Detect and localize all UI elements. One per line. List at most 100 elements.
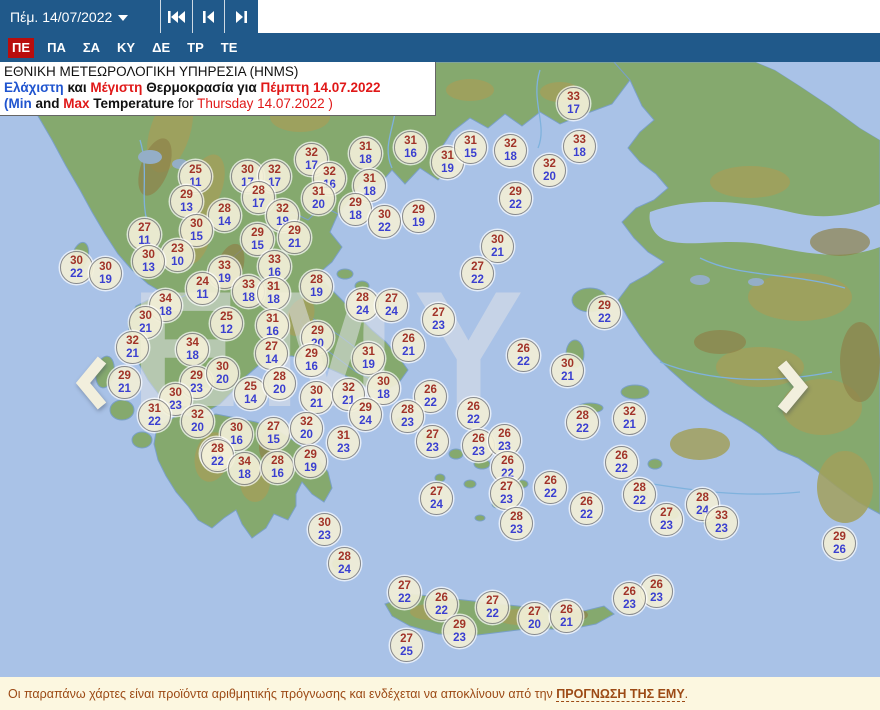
max-temp: 27 bbox=[430, 486, 443, 498]
min-temp: 19 bbox=[412, 216, 425, 229]
max-temp: 27 bbox=[426, 429, 439, 441]
temp-marker: 28 16 bbox=[261, 451, 294, 484]
min-temp: 23 bbox=[426, 441, 439, 454]
temp-marker: 26 22 bbox=[605, 446, 638, 479]
min-temp: 18 bbox=[573, 146, 586, 159]
min-temp: 23 bbox=[472, 445, 485, 458]
max-temp: 31 bbox=[337, 430, 350, 442]
max-temp: 33 bbox=[573, 134, 586, 146]
previous-day-button[interactable] bbox=[192, 0, 224, 33]
min-temp: 22 bbox=[486, 607, 499, 620]
max-temp: 29 bbox=[304, 449, 317, 461]
max-temp: 34 bbox=[159, 293, 172, 305]
tab-day-pa[interactable]: ΠΑ bbox=[43, 38, 70, 58]
previous-map-arrow[interactable] bbox=[74, 354, 110, 412]
disclaimer-text: Οι παραπάνω χάρτες είναι προϊόντα αριθμη… bbox=[8, 686, 557, 701]
min-temp: 22 bbox=[148, 415, 161, 428]
min-temp: 21 bbox=[560, 616, 573, 629]
temp-marker: 24 11 bbox=[186, 272, 219, 305]
min-temp: 16 bbox=[404, 147, 417, 160]
max-temp: 29 bbox=[305, 348, 318, 360]
date-label: Πέμ. 14/07/2022 bbox=[10, 8, 113, 25]
max-temp: 25 bbox=[244, 381, 257, 393]
tab-day-de[interactable]: ΔΕ bbox=[148, 38, 174, 58]
max-temp: 29 bbox=[349, 197, 362, 209]
max-temp: 32 bbox=[543, 158, 556, 170]
tab-day-pe[interactable]: ΠΕ bbox=[8, 37, 35, 58]
min-temp: 23 bbox=[660, 519, 673, 532]
day-tabs-bar: ΠΕ ΠΑ ΣΑ ΚΥ ΔΕ ΤΡ ΤΕ bbox=[0, 33, 880, 62]
max-temp: 29 bbox=[453, 619, 466, 631]
min-temp: 20 bbox=[273, 383, 286, 396]
min-temp: 22 bbox=[70, 267, 83, 280]
date-dropdown-button[interactable]: Πέμ. 14/07/2022 bbox=[0, 0, 160, 33]
map-title-box: ΕΘΝΙΚΗ ΜΕΤΕΩΡΟΛΟΓΙΚΗ ΥΠΗΡΕΣΙΑ (HNMS) Ελά… bbox=[0, 62, 436, 116]
temp-marker: 29 26 bbox=[823, 527, 856, 560]
footer-disclaimer: Οι παραπάνω χάρτες είναι προϊόντα αριθμη… bbox=[0, 677, 880, 710]
min-temp: 18 bbox=[267, 293, 280, 306]
disclaimer-period: . bbox=[684, 686, 689, 701]
temp-marker: 29 19 bbox=[294, 445, 327, 478]
max-temp: 28 bbox=[338, 551, 351, 563]
min-temp: 11 bbox=[196, 288, 209, 301]
max-temp: 26 bbox=[544, 475, 557, 487]
min-temp: 19 bbox=[441, 162, 454, 175]
max-temp: 27 bbox=[138, 222, 151, 234]
min-temp: 20 bbox=[191, 421, 204, 434]
min-temp: 21 bbox=[491, 246, 504, 259]
max-temp: 31 bbox=[464, 135, 477, 147]
max-temp: 30 bbox=[230, 422, 243, 434]
tab-day-ky[interactable]: ΚΥ bbox=[113, 38, 139, 58]
tab-day-te[interactable]: ΤΕ bbox=[217, 38, 242, 58]
min-temp: 10 bbox=[171, 255, 184, 268]
max-temp: 28 bbox=[633, 482, 646, 494]
max-temp: 30 bbox=[377, 376, 390, 388]
max-temp: 30 bbox=[142, 249, 155, 261]
temp-marker: 30 20 bbox=[206, 357, 239, 390]
max-temp: 28 bbox=[576, 410, 589, 422]
temp-marker: 29 21 bbox=[108, 366, 141, 399]
temp-marker: 25 12 bbox=[210, 307, 243, 340]
temp-marker: 29 16 bbox=[295, 344, 328, 377]
max-temp: 31 bbox=[148, 403, 161, 415]
temp-marker: 33 18 bbox=[563, 130, 596, 163]
max-temp: 30 bbox=[491, 234, 504, 246]
map-subtitle-english: (Min and Max Temperature for Thursday 14… bbox=[4, 96, 430, 112]
min-temp: 23 bbox=[190, 382, 203, 395]
min-temp: 24 bbox=[430, 498, 443, 511]
next-map-arrow[interactable] bbox=[774, 358, 810, 416]
temp-marker: 28 23 bbox=[391, 400, 424, 433]
min-temp: 22 bbox=[509, 198, 522, 211]
min-temp: 22 bbox=[467, 413, 480, 426]
max-temp: 26 bbox=[472, 433, 485, 445]
min-temp: 21 bbox=[126, 347, 139, 360]
min-temp: 13 bbox=[180, 201, 193, 214]
temp-marker: 27 23 bbox=[416, 425, 449, 458]
title-part: Θερμοκρασία για bbox=[142, 80, 261, 95]
max-temp: 34 bbox=[186, 337, 199, 349]
min-temp: 21 bbox=[561, 370, 574, 383]
temp-marker: 27 20 bbox=[518, 602, 551, 635]
max-temp: 30 bbox=[310, 385, 323, 397]
step-back-icon bbox=[202, 10, 214, 23]
max-temp: 27 bbox=[486, 595, 499, 607]
min-temp: 20 bbox=[312, 198, 325, 211]
min-temp: 22 bbox=[517, 355, 530, 368]
skip-to-first-button[interactable] bbox=[160, 0, 192, 33]
title-part: Thursday 14.07.2022 ) bbox=[197, 96, 333, 111]
temp-marker: 2822 bbox=[566, 406, 599, 439]
min-temp: 23 bbox=[401, 416, 414, 429]
tab-day-tr[interactable]: ΤΡ bbox=[183, 38, 208, 58]
max-temp: 28 bbox=[401, 404, 414, 416]
tab-day-sa[interactable]: ΣΑ bbox=[79, 38, 104, 58]
max-temp: 25 bbox=[220, 311, 233, 323]
emy-forecast-link[interactable]: ΠΡΟΓΝΩΣΗ ΤΗΣ ΕΜΥ bbox=[556, 686, 685, 702]
max-temp: 26 bbox=[402, 333, 415, 345]
hnms-forecast-page: Πέμ. 14/07/2022 ΠΕ ΠΑ ΣΑ ΚΥ ΔΕ ΤΡ ΤΕ ΕΜΥ… bbox=[0, 0, 880, 710]
temp-marker: 30 22 bbox=[368, 205, 401, 238]
min-temp: 18 bbox=[377, 388, 390, 401]
next-day-button[interactable] bbox=[224, 0, 256, 33]
title-part: Temperature bbox=[89, 96, 175, 111]
min-temp: 24 bbox=[385, 305, 398, 318]
max-temp: 33 bbox=[567, 91, 580, 103]
